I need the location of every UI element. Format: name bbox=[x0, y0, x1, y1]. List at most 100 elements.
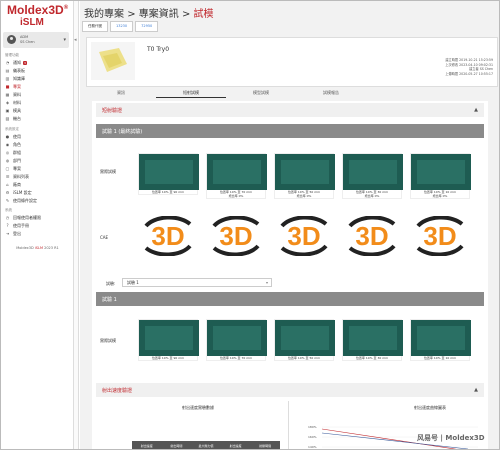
trial-photo bbox=[411, 320, 471, 356]
material-icon: ◈ bbox=[5, 100, 10, 105]
sidebar-item-manual[interactable]: ? 使用手冊 bbox=[5, 222, 71, 229]
main-area: 我的專案 > 專案資訊 > 試模 任務代號 13230 72950 T0 Try… bbox=[80, 1, 499, 449]
user-menu[interactable]: ADM SS Chen ▾ bbox=[3, 32, 69, 48]
bell-icon: ◔ bbox=[5, 60, 10, 65]
collapse-icon: ▲ bbox=[474, 387, 478, 393]
row-label-cae: CAE bbox=[100, 235, 109, 240]
collapse-icon: ▲ bbox=[474, 107, 478, 113]
sidebar-item-project[interactable]: ■ 專案 bbox=[5, 83, 71, 90]
breadcrumb: 我的專案 > 專案資訊 > 試模 bbox=[84, 9, 214, 20]
cae-3d-thumbnail[interactable]: 3D bbox=[274, 216, 334, 256]
sidebar-item-list[interactable]: ☰ 資料列表 bbox=[5, 173, 71, 180]
group-icon: ◎ bbox=[5, 150, 10, 155]
brand-logo: Moldex3D® bbox=[7, 3, 69, 17]
trial-photo bbox=[275, 320, 335, 356]
row-label-actual: 實際試模 bbox=[100, 169, 116, 174]
trial-photo-card[interactable]: 位置率 10% 至 70 mm bbox=[206, 319, 267, 362]
speed-data-title: 射出速度實驗數據 bbox=[182, 405, 214, 410]
sidebar-item-vendor[interactable]: ⌂ 廠商 bbox=[5, 181, 71, 188]
trial-photo-card[interactable]: 位置率 10% 至 10 mm 增比率 0% bbox=[410, 153, 471, 200]
sidebar-item-knowledge[interactable]: ▥ 知識庫 bbox=[5, 75, 71, 82]
sidebar-item-machine[interactable]: ▧ 機台 bbox=[5, 115, 71, 122]
sidebar-item-logout[interactable]: ⇥ 登出 bbox=[5, 230, 71, 237]
chip-13230[interactable]: 13230 bbox=[110, 21, 134, 32]
sidebar-item-projects[interactable]: ▢ 專案 bbox=[5, 165, 71, 172]
cae-3d-thumbnail[interactable]: 3D bbox=[342, 216, 402, 256]
sidebar-item-report[interactable]: ◷ 回報使用者權限 bbox=[5, 214, 71, 221]
sidebar-item-role[interactable]: ◉ 角色 bbox=[5, 141, 71, 148]
trial-photo-card[interactable]: 位置率 10% 至 30 mm bbox=[342, 319, 403, 362]
logout-icon: ⇥ bbox=[5, 231, 10, 236]
notify-badge: 3 bbox=[23, 60, 27, 65]
trial-photo bbox=[275, 154, 335, 190]
app-window: Moldex3D® iSLM ADM SS Chen ▾ 管理功能 ◔ 通知 3 ▤ 儀… bbox=[0, 0, 500, 450]
sidebar-item-notify[interactable]: ◔ 通知 3 bbox=[5, 59, 71, 66]
trial-photo-card[interactable]: 位置率 10% 至 90 mm bbox=[138, 153, 199, 196]
sidebar-collapse-handle[interactable]: ◂ bbox=[74, 1, 79, 449]
sidebar-item-user[interactable]: ● 使用 bbox=[5, 133, 71, 140]
trial-photo-card[interactable]: 位置率 10% 至 50 mm bbox=[274, 319, 335, 362]
cae-3d-thumbnail[interactable]: 3D bbox=[138, 216, 198, 256]
mold-icon: ▣ bbox=[5, 108, 10, 113]
breadcrumb-project-info[interactable]: 專案資訊 bbox=[139, 9, 179, 20]
cae-3d-thumbnail[interactable]: 3D bbox=[410, 216, 470, 256]
tab-report[interactable]: 試模報告 bbox=[296, 90, 366, 98]
watermark: 风易号 | Moldex3D bbox=[417, 434, 485, 442]
trial1-header: 試驗 1 (最終試驗) bbox=[96, 124, 484, 138]
trial-meta: 建立時間 2019-10-21 15:23:59 上次修改 2023-04-10… bbox=[445, 58, 493, 76]
sidebar-item-dashboard[interactable]: ▤ 儀表板 bbox=[5, 67, 71, 74]
vendor-icon: ⌂ bbox=[6, 182, 9, 187]
sidebar-item-data[interactable]: ▦ 資料 bbox=[5, 91, 71, 98]
trial-photo-card[interactable]: 位置率 10% 至 90 mm bbox=[138, 319, 199, 362]
list-icon: ☰ bbox=[5, 174, 10, 179]
sidebar-section-sys: 系統 bbox=[5, 208, 12, 212]
trial-photo bbox=[343, 320, 403, 356]
chip-72950[interactable]: 72950 bbox=[135, 21, 159, 32]
trial1b-header: 試驗 1 bbox=[96, 292, 484, 306]
dashboard-icon: ▤ bbox=[5, 68, 10, 73]
trial-photo-card[interactable]: 位置率 10% 至 10 mm bbox=[410, 319, 471, 362]
breadcrumb-my-projects[interactable]: 我的專案 bbox=[84, 9, 124, 20]
cae-3d-thumbnail[interactable]: 3D bbox=[206, 216, 266, 256]
user-subname: SS Chen bbox=[20, 40, 35, 44]
terms-icon: ✎ bbox=[5, 198, 10, 203]
role-icon: ◉ bbox=[5, 142, 10, 147]
section-speed-header[interactable]: 射出速度驗證 ▲ bbox=[96, 383, 484, 397]
user-icon: ● bbox=[5, 134, 10, 139]
tab-content: 短射驗證 ▲ 試驗 1 (最終試驗) 實際試模 CAE 位置率 10% 至 90 … bbox=[92, 101, 488, 449]
tab-info[interactable]: 資訊 bbox=[86, 90, 156, 98]
trial-select-label: 試驗: bbox=[106, 281, 116, 286]
avatar bbox=[7, 35, 16, 44]
tab-model-trial[interactable]: 模型試模 bbox=[226, 90, 296, 98]
row-label-actual-2: 實際試模 bbox=[100, 338, 116, 343]
speed-table-header: 射出速度 射出時間 最大壓力值 射出速度 射壓時間 bbox=[132, 441, 280, 449]
chip-row: 任務代號 13230 72950 bbox=[82, 21, 160, 32]
settings-icon: ⚙ bbox=[5, 190, 10, 195]
sidebar-item-material[interactable]: ◈ 材料 bbox=[5, 99, 71, 106]
sidebar-item-group[interactable]: ◎ 群組 bbox=[5, 149, 71, 156]
trial-photo bbox=[411, 154, 471, 190]
manual-icon: ? bbox=[6, 223, 9, 228]
chip-task-code[interactable]: 任務代號 bbox=[82, 21, 108, 32]
dept-icon: ◍ bbox=[5, 158, 10, 163]
breadcrumb-trial: 試模 bbox=[193, 9, 214, 20]
trial-photo-card[interactable]: 位置率 10% 至 30 mm 增比率 0% bbox=[342, 153, 403, 200]
version-footer: Moldex3D iSLM 2023 R1 bbox=[16, 246, 59, 250]
sidebar-item-dept[interactable]: ◍ 部門 bbox=[5, 157, 71, 164]
sidebar-item-settings[interactable]: ⚙ iSLM 設定 bbox=[5, 189, 71, 196]
trial-title: T0 Try0 bbox=[147, 46, 170, 53]
report-icon: ◷ bbox=[5, 215, 10, 220]
section-short-shot-header[interactable]: 短射驗證 ▲ bbox=[96, 103, 484, 117]
sidebar-section-manage: 管理功能 bbox=[5, 53, 19, 57]
trial-select[interactable]: 試驗 1 ▾ bbox=[122, 278, 272, 287]
trial-photo-card[interactable]: 位置率 10% 至 70 mm 增比率 0% bbox=[206, 153, 267, 200]
model-thumbnail bbox=[91, 42, 135, 80]
chevron-down-icon: ▾ bbox=[63, 37, 66, 43]
sidebar-item-terms[interactable]: ✎ 使用條件設定 bbox=[5, 197, 71, 204]
tab-short-shot[interactable]: 短射試模 bbox=[156, 90, 226, 98]
trial-photo bbox=[207, 320, 267, 356]
trial-photo-card[interactable]: 位置率 10% 至 50 mm 增比率 0% bbox=[274, 153, 335, 200]
data-icon: ▦ bbox=[5, 92, 10, 97]
sidebar-item-mold[interactable]: ▣ 模具 bbox=[5, 107, 71, 114]
trial-info-card: T0 Try0 建立時間 2019-10-21 15:23:59 上次修改 20… bbox=[86, 37, 498, 87]
